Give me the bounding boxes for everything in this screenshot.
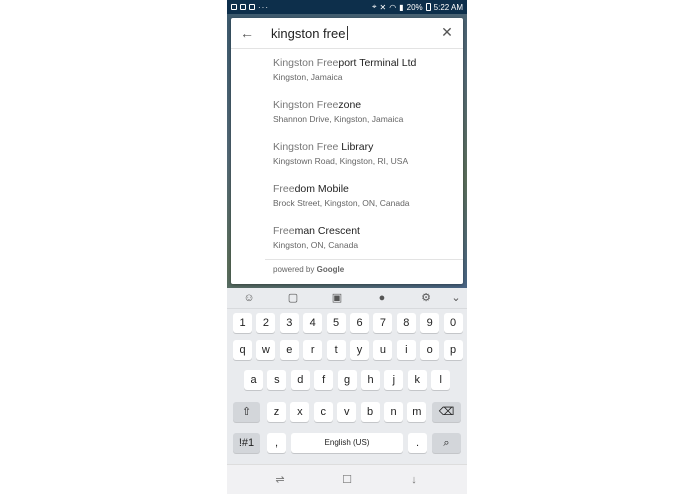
key-d[interactable]: d bbox=[290, 370, 310, 390]
emoji-icon[interactable]: ☺ bbox=[243, 292, 255, 304]
key-7[interactable]: 7 bbox=[373, 313, 393, 333]
keyboard: ☺ ▢ ▣ ● ⚙ ⌄ 1234567890 qwertyuiop asdfghjk… bbox=[227, 288, 467, 464]
key-m[interactable]: m bbox=[407, 402, 427, 422]
powered-by-google: powered by Google bbox=[273, 265, 345, 274]
back-icon[interactable]: ↓ bbox=[407, 473, 421, 487]
more-notifications-dots: ··· bbox=[258, 2, 269, 12]
phone-screen: ··· ⌖ ✕ ◠ ▮ 20% 5:22 AM ← ✕ Kingston Fre… bbox=[227, 0, 467, 494]
gif-icon[interactable]: ▣ bbox=[331, 292, 343, 304]
search-bar: ← ✕ bbox=[231, 18, 463, 49]
key-6[interactable]: 6 bbox=[350, 313, 369, 333]
key-z[interactable]: z bbox=[267, 402, 286, 422]
key-w[interactable]: w bbox=[256, 340, 276, 360]
key-n[interactable]: n bbox=[384, 402, 403, 422]
status-right: ⌖ ✕ ◠ ▮ 20% 5:22 AM bbox=[372, 2, 463, 12]
key-t[interactable]: t bbox=[326, 340, 346, 360]
key-p[interactable]: p bbox=[443, 340, 463, 360]
result-subtitle: Kingston, Jamaica bbox=[273, 72, 343, 82]
wifi-icon: ◠ bbox=[389, 2, 397, 12]
key-c[interactable]: c bbox=[313, 402, 333, 422]
symbols-key[interactable]: !#1 bbox=[233, 433, 260, 453]
result-title: Freedom Mobile bbox=[273, 183, 349, 195]
key-0[interactable]: 0 bbox=[443, 313, 463, 333]
result-title: Kingston Free Library bbox=[273, 141, 374, 153]
key-b[interactable]: b bbox=[360, 402, 380, 422]
list-item[interactable]: Kingston Freeport Terminal Ltd Kingston,… bbox=[231, 51, 463, 93]
result-subtitle: Kingstown Road, Kingston, RI, USA bbox=[273, 156, 409, 166]
period-key[interactable]: . bbox=[408, 433, 427, 453]
key-1[interactable]: 1 bbox=[233, 313, 252, 333]
signal-icon: ▮ bbox=[399, 2, 404, 12]
keyboard-toolbar: ☺ ▢ ▣ ● ⚙ ⌄ bbox=[227, 288, 467, 309]
navigation-bar: ⇌ ☐ ↓ bbox=[227, 464, 467, 494]
key-x[interactable]: x bbox=[290, 402, 310, 422]
result-title: Kingston Freeport Terminal Ltd bbox=[273, 57, 417, 69]
key-u[interactable]: u bbox=[373, 340, 393, 360]
key-g[interactable]: g bbox=[337, 370, 357, 390]
mic-icon[interactable]: ● bbox=[376, 292, 388, 304]
key-y[interactable]: y bbox=[350, 340, 369, 360]
key-o[interactable]: o bbox=[420, 340, 440, 360]
notification-play-icon bbox=[240, 4, 246, 10]
notification-mail-icon bbox=[249, 4, 255, 10]
result-title: Kingston Freezone bbox=[273, 99, 362, 111]
close-icon[interactable]: ✕ bbox=[439, 24, 455, 40]
backspace-key[interactable]: ⌫ bbox=[432, 402, 461, 422]
location-icon: ⌖ bbox=[372, 2, 377, 11]
clock: 5:22 AM bbox=[433, 2, 463, 12]
notification-image-icon bbox=[231, 4, 237, 10]
key-k[interactable]: k bbox=[407, 370, 427, 390]
home-icon[interactable]: ☐ bbox=[340, 473, 354, 487]
key-a[interactable]: a bbox=[244, 370, 263, 390]
space-bar[interactable]: English (US) bbox=[291, 433, 403, 453]
list-item[interactable]: Freeman Crescent Kingston, ON, Canada bbox=[231, 219, 463, 261]
key-l[interactable]: l bbox=[431, 370, 451, 390]
key-r[interactable]: r bbox=[303, 340, 323, 360]
comma-key[interactable]: , bbox=[267, 433, 286, 453]
search-card: ← ✕ Kingston Freeport Terminal Ltd Kings… bbox=[231, 18, 463, 284]
search-input[interactable] bbox=[271, 23, 431, 43]
text-cursor bbox=[347, 26, 348, 40]
key-q[interactable]: q bbox=[233, 340, 252, 360]
key-3[interactable]: 3 bbox=[279, 313, 299, 333]
key-s[interactable]: s bbox=[267, 370, 287, 390]
battery-percent: 20% bbox=[406, 2, 423, 12]
result-subtitle: Shannon Drive, Kingston, Jamaica bbox=[273, 114, 404, 124]
key-2[interactable]: 2 bbox=[256, 313, 276, 333]
search-key[interactable]: ⌕ bbox=[432, 433, 461, 453]
arrow-left-icon[interactable]: ← bbox=[239, 25, 255, 41]
list-item[interactable]: Freedom Mobile Brock Street, Kingston, O… bbox=[231, 177, 463, 219]
status-bar: ··· ⌖ ✕ ◠ ▮ 20% 5:22 AM bbox=[227, 0, 467, 14]
recent-apps-icon[interactable]: ⇌ bbox=[273, 473, 287, 487]
chevron-down-icon[interactable]: ⌄ bbox=[450, 292, 462, 304]
result-subtitle: Brock Street, Kingston, ON, Canada bbox=[273, 198, 410, 208]
result-subtitle: Kingston, ON, Canada bbox=[273, 240, 359, 250]
list-item[interactable]: Kingston Freezone Shannon Drive, Kingsto… bbox=[231, 93, 463, 135]
key-8[interactable]: 8 bbox=[396, 313, 416, 333]
battery-icon bbox=[425, 3, 431, 11]
status-left: ··· bbox=[231, 3, 269, 12]
gear-icon[interactable]: ⚙ bbox=[420, 292, 432, 304]
mute-icon: ✕ bbox=[379, 2, 387, 12]
key-e[interactable]: e bbox=[279, 340, 299, 360]
result-title: Freeman Crescent bbox=[273, 225, 360, 237]
list-item[interactable]: Kingston Free Library Kingstown Road, Ki… bbox=[231, 135, 463, 177]
key-4[interactable]: 4 bbox=[303, 313, 323, 333]
key-5[interactable]: 5 bbox=[326, 313, 346, 333]
key-9[interactable]: 9 bbox=[420, 313, 440, 333]
shift-key[interactable]: ⇧ bbox=[233, 402, 260, 422]
key-h[interactable]: h bbox=[361, 370, 380, 390]
key-i[interactable]: i bbox=[396, 340, 416, 360]
sticker-icon[interactable]: ▢ bbox=[287, 292, 299, 304]
key-v[interactable]: v bbox=[337, 402, 357, 422]
divider bbox=[265, 259, 463, 260]
key-j[interactable]: j bbox=[384, 370, 404, 390]
google-logo-text: Google bbox=[316, 265, 345, 274]
key-f[interactable]: f bbox=[314, 370, 334, 390]
